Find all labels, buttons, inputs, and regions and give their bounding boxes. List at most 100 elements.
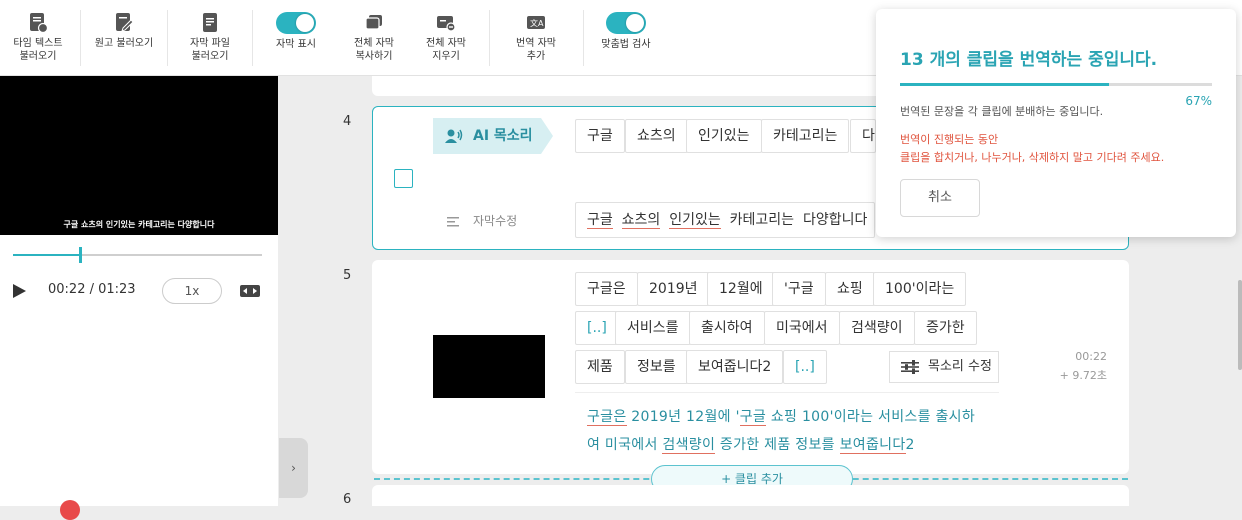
load-script-button[interactable]: 원고 불러오기: [92, 12, 156, 50]
word-chip[interactable]: 구글은: [575, 272, 638, 306]
toolbar-divider: [252, 10, 253, 66]
load-script-label: 원고 불러오기: [94, 38, 154, 49]
translation-progress-dialog: 13 개의 클립을 번역하는 중입니다. 67% 번역된 문장을 각 클립에 분…: [876, 9, 1236, 237]
misspelled-word[interactable]: 인기있는: [669, 212, 721, 229]
word-chip-gap[interactable]: [..]: [575, 311, 619, 345]
translated-subtitle[interactable]: 구글은 2019년 12월에 '구글 쇼핑 100'이라는 서비스를 출시하 여…: [587, 403, 987, 459]
player-panel: 구글 쇼츠의 인기있는 카테고리는 다양합니다 00:22 / 01:23 1x: [0, 76, 278, 520]
word-chip[interactable]: 제품: [575, 350, 625, 384]
word-chip-gap[interactable]: [..]: [783, 350, 827, 384]
play-icon[interactable]: [13, 284, 26, 298]
word-chip[interactable]: 쇼츠의: [625, 119, 688, 153]
document-edit-icon: [116, 13, 134, 32]
spell-check-label: 맞춤법 검사: [601, 39, 651, 50]
misspelled-word[interactable]: 보여줍니다: [839, 437, 906, 454]
subtitle-edit-label: 자막수정: [447, 212, 517, 229]
spell-check-toggle[interactable]: 맞춤법 검사: [596, 12, 656, 51]
cancel-button[interactable]: 취소: [900, 179, 980, 217]
misspelled-word[interactable]: 구글은: [587, 409, 627, 426]
word-chip[interactable]: 검색량이: [839, 311, 915, 345]
clear-all-subtitles-button[interactable]: 전체 자막 지우기: [416, 12, 476, 63]
add-translated-subtitles-button[interactable]: 文A 번역 자막 추가: [506, 12, 566, 63]
word-chip[interactable]: 다: [850, 119, 876, 153]
warning-line: 번역이 진행되는 동안: [900, 133, 999, 146]
ai-voice-tag[interactable]: AI 목소리: [433, 118, 553, 154]
show-subtitles-toggle[interactable]: 자막 표시: [266, 12, 326, 51]
misspelled-word[interactable]: 검색량이: [662, 437, 716, 454]
clear-all-subtitles-label: 전체 자막 지우기: [426, 38, 466, 62]
resize-icon[interactable]: [240, 285, 260, 297]
clip-number: 6: [343, 492, 352, 507]
sliders-icon: [901, 360, 919, 374]
scrollbar[interactable]: [1238, 280, 1242, 370]
translate-icon: 文A: [527, 16, 545, 29]
show-subtitles-label: 자막 표시: [276, 39, 316, 50]
collapse-panel-button[interactable]: ›: [279, 438, 308, 498]
word-chip[interactable]: 정보를: [625, 350, 688, 384]
misspelled-word[interactable]: 구글: [587, 212, 613, 229]
voice-edit-button[interactable]: 목소리 수정: [889, 351, 999, 383]
load-subtitle-file-label: 자막 파일 불러오기: [190, 38, 230, 62]
word-chip[interactable]: 출시하여: [689, 311, 765, 345]
toolbar-divider: [489, 10, 490, 66]
clip-checkbox[interactable]: [394, 169, 413, 188]
toggle-switch[interactable]: [606, 12, 646, 34]
word-chip[interactable]: 보여줍니다2: [686, 350, 784, 384]
translated-text: 2019년 12월에 ': [626, 409, 740, 425]
copy-all-subtitles-button[interactable]: 전체 자막 복사하기: [344, 12, 404, 63]
seek-bar-fill: [13, 254, 81, 256]
word-chip[interactable]: 카테고리는: [761, 119, 850, 153]
video-preview[interactable]: 구글 쇼츠의 인기있는 카테고리는 다양합니다: [0, 76, 278, 235]
translated-text: 2: [905, 437, 915, 453]
translated-line: 여 미국에서 검색량이 증가한 제품 정보를 보여줍니다2: [587, 431, 987, 459]
speed-button[interactable]: 1x: [162, 278, 222, 304]
translation-progress-bar: [900, 83, 1212, 86]
voice-edit-label: 목소리 수정: [928, 359, 992, 374]
translated-text: 여 미국에서: [587, 437, 663, 453]
word-chip[interactable]: 인기있는: [686, 119, 762, 153]
word-chip[interactable]: 증가한: [914, 311, 977, 345]
dialog-title: 13 개의 클립을 번역하는 중입니다.: [900, 50, 1158, 70]
word-chip[interactable]: 서비스를: [615, 311, 691, 345]
notification-dot[interactable]: [60, 500, 80, 520]
load-timed-text-button[interactable]: 타임 텍스트 불러오기: [8, 12, 68, 63]
clip-card[interactable]: [372, 485, 1129, 506]
text-lines-icon: [447, 216, 459, 227]
chevron-right-icon: ›: [291, 461, 296, 475]
subtitle-remove-icon: [437, 16, 456, 32]
dialog-warning: 번역이 진행되는 동안 클립을 합치거나, 나누거나, 삭제하지 말고 기다려 …: [900, 131, 1164, 167]
progress-percent: 67%: [1185, 94, 1212, 108]
word-chip[interactable]: 미국에서: [764, 311, 840, 345]
seek-handle[interactable]: [79, 247, 83, 263]
clip-number: 5: [343, 268, 352, 283]
subtitle-word: 카테고리는: [729, 212, 795, 228]
word-chip[interactable]: 2019년: [637, 272, 710, 306]
translated-text: 증가한 제품 정보를: [715, 437, 840, 453]
word-chip[interactable]: 12월에: [707, 272, 775, 306]
divider: [575, 392, 999, 393]
word-chip[interactable]: 쇼핑: [825, 272, 875, 306]
subtitle-edit-field[interactable]: 구글 쇼츠의 인기있는 카테고리는 다양합니다: [575, 202, 875, 238]
svg-text:文A: 文A: [530, 18, 544, 28]
toggle-switch[interactable]: [276, 12, 316, 34]
word-chip[interactable]: 100'이라는: [873, 272, 967, 306]
misspelled-word[interactable]: 구글: [739, 409, 767, 426]
ai-voice-label: AI 목소리: [473, 128, 533, 144]
seek-bar[interactable]: [13, 247, 262, 263]
misspelled-word[interactable]: 쇼츠의: [621, 212, 661, 229]
copy-icon: [365, 15, 382, 30]
copy-all-subtitles-label: 전체 자막 복사하기: [354, 38, 394, 62]
translated-line: 구글은 2019년 12월에 '구글 쇼핑 100'이라는 서비스를 출시하: [587, 403, 987, 431]
document-icon: [203, 13, 217, 32]
video-subtitle: 구글 쇼츠의 인기있는 카테고리는 다양합니다: [63, 220, 215, 229]
clip-duration: + 9.72초: [1059, 369, 1107, 382]
word-chip[interactable]: '구글: [772, 272, 826, 306]
clip-meta: 00:22 + 9.72초: [1040, 347, 1107, 385]
warning-line: 클립을 합치거나, 나누거나, 삭제하지 말고 기다려 주세요.: [900, 151, 1165, 164]
load-timed-text-label: 타임 텍스트 불러오기: [13, 38, 63, 62]
clip-thumbnail[interactable]: [433, 335, 545, 398]
load-subtitle-file-button[interactable]: 자막 파일 불러오기: [180, 12, 240, 63]
translated-text: 쇼핑 100'이라는 서비스를 출시하: [766, 409, 976, 425]
word-chip[interactable]: 구글: [575, 119, 625, 153]
document-clock-icon: [30, 13, 48, 34]
